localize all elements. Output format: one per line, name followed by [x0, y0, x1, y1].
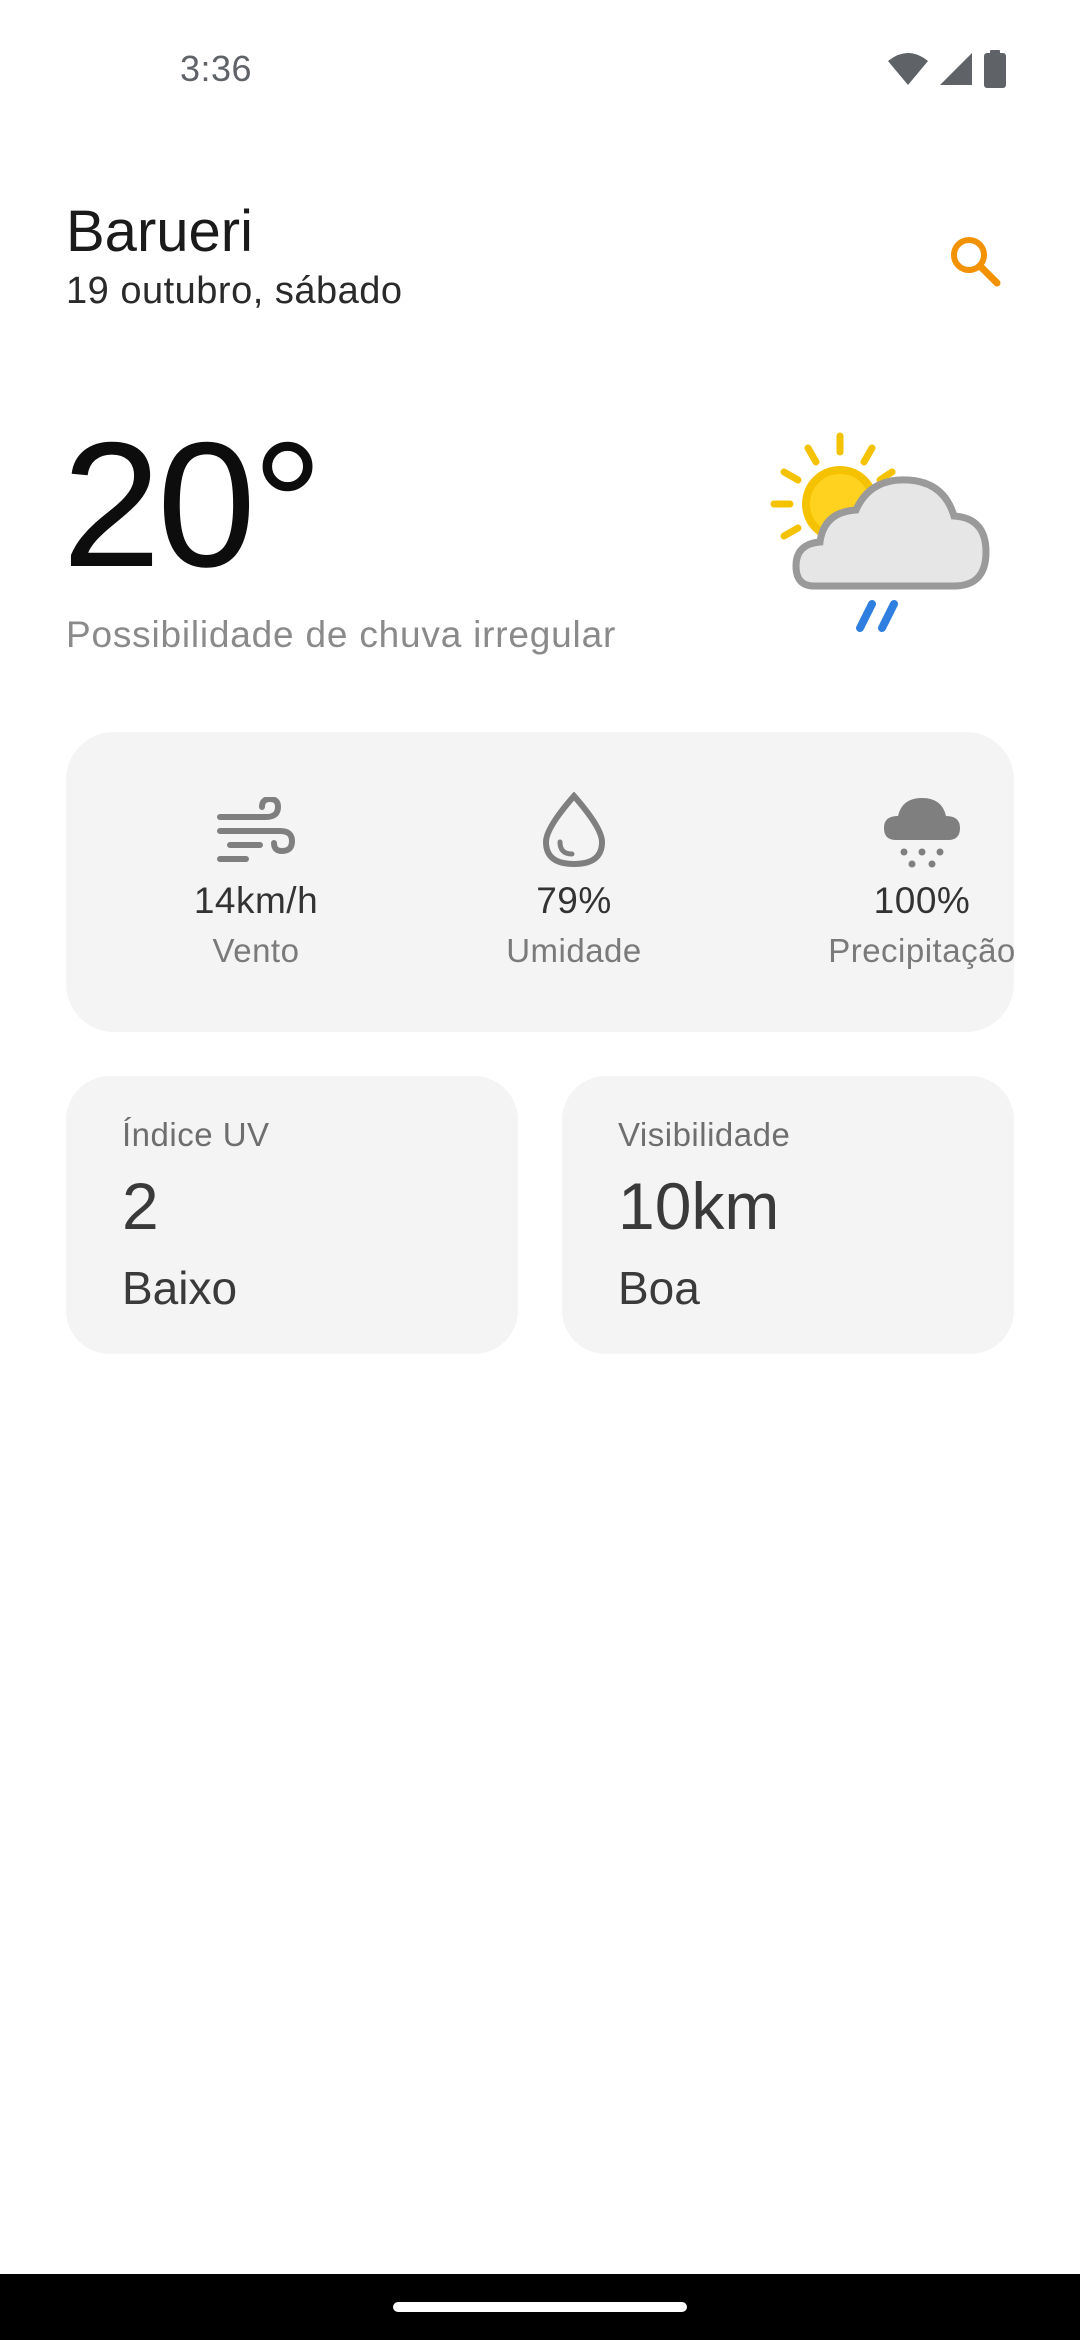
search-icon — [947, 233, 1003, 294]
precipitation-label: Precipitação — [828, 932, 1016, 969]
weather-condition: Possibilidade de chuva irregular — [66, 614, 617, 655]
uv-level: Baixo — [122, 1262, 238, 1314]
visibility-card: Visibilidade 10km Boa — [562, 1076, 1014, 1354]
humidity-value: 79% — [536, 880, 612, 921]
city-name: Barueri — [66, 199, 253, 264]
battery-icon — [984, 50, 1006, 93]
uv-value: 2 — [122, 1169, 159, 1243]
search-button[interactable] — [936, 224, 1014, 302]
precipitation-value: 100% — [873, 880, 971, 921]
date-label: 19 outubro, sábado — [66, 270, 403, 312]
visibility-value: 10km — [618, 1169, 780, 1243]
status-time: 3:36 — [180, 48, 253, 89]
home-gesture-handle[interactable] — [393, 2302, 687, 2312]
stat-humidity: 79% Umidade — [444, 788, 704, 970]
rain-cloud-icon — [792, 788, 1052, 872]
status-icons — [888, 50, 1006, 93]
visibility-level: Boa — [618, 1262, 700, 1314]
uv-title: Índice UV — [122, 1116, 270, 1153]
wind-value: 14km/h — [193, 880, 319, 921]
sun-cloud-rain-icon — [762, 428, 1002, 648]
droplet-icon — [444, 788, 704, 872]
current-temperature: 20° — [62, 405, 323, 604]
wind-icon — [126, 788, 386, 872]
visibility-title: Visibilidade — [618, 1116, 791, 1153]
navigation-bar — [0, 2274, 1080, 2340]
humidity-label: Umidade — [506, 932, 642, 969]
status-bar: 3:36 — [0, 0, 1080, 140]
stat-precipitation: 100% Precipitação — [792, 788, 1052, 970]
stat-wind: 14km/h Vento — [126, 788, 386, 970]
weather-stats-card: 14km/h Vento 79% Umidade 100% Precipitaç… — [66, 732, 1015, 1032]
header: Barueri 19 outubro, sábado — [66, 196, 1014, 326]
wind-label: Vento — [212, 932, 300, 969]
uv-index-card: Índice UV 2 Baixo — [66, 1076, 518, 1354]
wifi-icon — [888, 51, 928, 92]
signal-icon — [938, 51, 974, 92]
